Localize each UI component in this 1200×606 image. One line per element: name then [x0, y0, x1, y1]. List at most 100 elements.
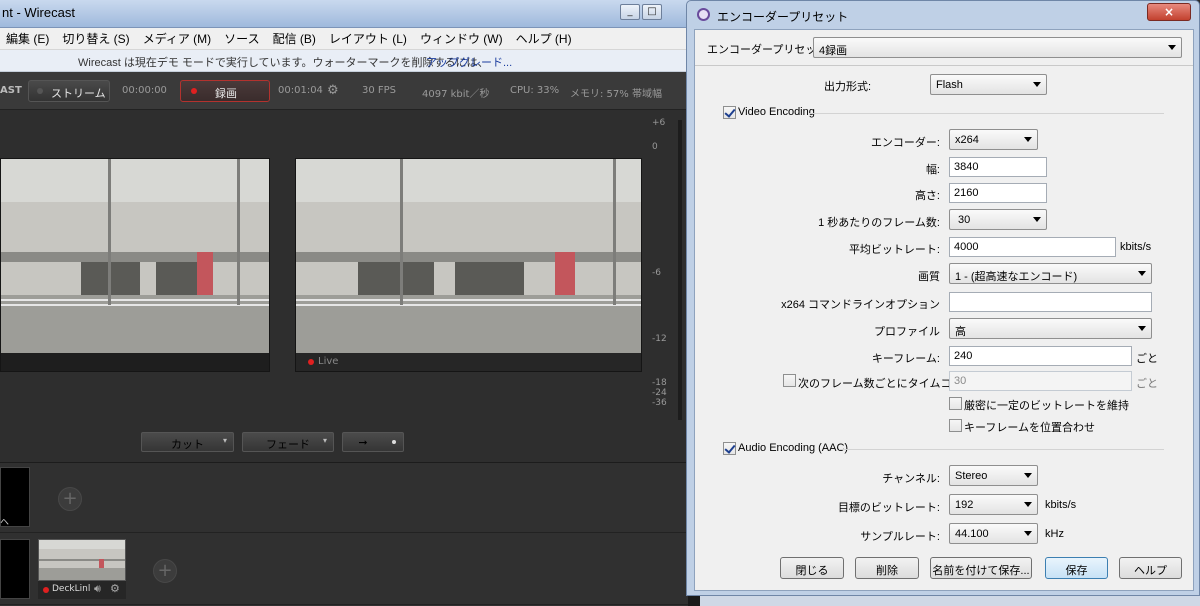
record-dot-icon — [191, 88, 197, 94]
target-bitrate-unit: kbits/s — [1045, 499, 1077, 511]
sample-rate-label: サンプルレート: — [860, 531, 940, 543]
target-bitrate-select[interactable]: 192 — [949, 494, 1038, 515]
live-label: Live — [318, 356, 339, 367]
chevron-down-icon — [1024, 137, 1032, 142]
profile-value: 高 — [955, 326, 966, 338]
menu-edit[interactable]: 編集 (E) — [6, 30, 49, 47]
decklink-thumbnail[interactable] — [38, 539, 126, 581]
close-button-label: 閉じる — [795, 565, 829, 577]
live-monitor[interactable]: Live — [295, 158, 642, 372]
add-shot-icon[interactable]: + — [58, 487, 82, 511]
decklink-caption: DeckLinl 🔊︎ ⚙ — [38, 581, 126, 599]
layer-row: DeckLinl 🔊︎ ⚙ + — [0, 535, 690, 605]
chevron-down-icon — [1024, 502, 1032, 507]
divider — [839, 449, 1164, 450]
background-window — [700, 596, 1200, 606]
audio-encoding-checkbox[interactable] — [723, 442, 736, 455]
encoder-preset-dialog: エンコーダープリセット × エンコーダープリセット: 4録画 出力形式: Fla… — [686, 0, 1200, 596]
minimize-button[interactable]: _ — [620, 4, 640, 20]
layer-thumbnail[interactable] — [0, 539, 30, 599]
target-bitrate-value: 192 — [955, 499, 974, 511]
decklink-label: DeckLinl — [52, 584, 91, 594]
menu-source[interactable]: ソース — [224, 30, 259, 47]
keyframe-unit: ごと — [1136, 353, 1158, 365]
record-button[interactable]: 録画 — [180, 80, 270, 102]
help-button-label: ヘルプ — [1134, 565, 1167, 577]
strict-cbr-checkbox[interactable] — [949, 397, 962, 410]
preset-select[interactable]: 4録画 — [813, 37, 1182, 58]
delete-button[interactable]: 削除 — [855, 557, 919, 579]
meter-bar — [678, 120, 682, 420]
maximize-button[interactable]: □ — [642, 4, 662, 20]
menu-broadcast[interactable]: 配信 (B) — [273, 30, 316, 47]
bitrate-readout: 4097 kbit／秒 — [422, 89, 490, 100]
preview-monitor[interactable] — [0, 158, 270, 372]
encoder-select[interactable]: x264 — [949, 129, 1038, 150]
chevron-down-icon — [1024, 473, 1032, 478]
save-button[interactable]: 保存 — [1045, 557, 1108, 579]
upgrade-link[interactable]: アップグレード... — [426, 54, 512, 70]
wirecast-titlebar: nt - Wirecast _ □ — [0, 0, 700, 28]
cmdline-label: x264 コマンドラインオプション — [781, 299, 940, 311]
width-input[interactable]: 3840 — [949, 157, 1047, 177]
cut-transition-button[interactable]: カット ▾ — [141, 432, 234, 452]
output-format-label: 出力形式: — [824, 81, 872, 93]
menu-help[interactable]: ヘルプ (H) — [516, 30, 572, 47]
keyframe-input[interactable]: 240 — [949, 346, 1132, 366]
stream-time: 00:00:00 — [122, 85, 167, 96]
channel-label: チャンネル: — [882, 473, 940, 485]
fps-select[interactable]: 30 — [949, 209, 1047, 230]
audio-meter: +6 0 -6 -12 -18 -24 -36 — [652, 118, 682, 420]
preset-label: エンコーダープリセット: — [707, 44, 831, 56]
gear-icon[interactable]: ⚙ — [110, 582, 120, 595]
stream-status-icon — [37, 88, 43, 94]
timecode-input[interactable]: 30 — [949, 371, 1132, 391]
channel-value: Stereo — [955, 470, 988, 482]
add-shot-icon[interactable]: + — [153, 559, 177, 583]
align-keyframes-checkbox[interactable] — [949, 419, 962, 432]
video-encoding-checkbox[interactable] — [723, 106, 736, 119]
output-format-value: Flash — [936, 79, 963, 91]
window-buttons: _ □ — [620, 4, 662, 20]
close-icon[interactable]: × — [1147, 3, 1191, 21]
chevron-down-icon — [1033, 217, 1041, 222]
audio-encoding-label: Audio Encoding (AAC) — [738, 442, 849, 454]
keyframe-label: キーフレーム: — [871, 353, 940, 365]
app-icon — [697, 8, 710, 21]
live-status-bar: Live — [296, 353, 641, 371]
menu-media[interactable]: メディア (M) — [143, 30, 211, 47]
gear-icon[interactable]: ⚙ — [327, 83, 339, 98]
avg-bitrate-unit: kbits/s — [1120, 241, 1152, 253]
help-button[interactable]: ヘルプ — [1119, 557, 1182, 579]
sample-rate-select[interactable]: 44.100 — [949, 523, 1038, 544]
cpu-readout: CPU: 33% — [510, 85, 560, 96]
speaker-icon[interactable]: 🔊︎ — [94, 582, 101, 596]
height-input[interactable]: 2160 — [949, 183, 1047, 203]
close-button[interactable]: 閉じる — [780, 557, 844, 579]
save-as-button[interactable]: 名前を付けて保存... — [930, 557, 1032, 579]
fade-transition-button[interactable]: フェード ▾ — [242, 432, 334, 452]
timecode-value: 30 — [954, 375, 967, 387]
avg-bitrate-input[interactable]: 4000 — [949, 237, 1116, 257]
channel-select[interactable]: Stereo — [949, 465, 1038, 486]
output-format-select[interactable]: Flash — [930, 74, 1047, 95]
fps-readout: 30 FPS — [362, 85, 397, 96]
go-button[interactable]: ➞ — [342, 432, 404, 452]
timecode-unit: ごと — [1136, 378, 1158, 390]
timecode-checkbox[interactable] — [783, 374, 796, 387]
screen: nt - Wirecast _ □ 編集 (E) 切り替え (S) メディア (… — [0, 0, 1200, 606]
cmdline-input[interactable] — [949, 292, 1152, 312]
stream-label: ストリーム — [51, 87, 106, 100]
dialog-title: エンコーダープリセット — [717, 10, 849, 24]
encoder-label: エンコーダー: — [870, 137, 940, 149]
menu-layout[interactable]: レイアウト (L) — [329, 30, 407, 47]
sample-rate-value: 44.100 — [955, 528, 989, 540]
meter-tick: -6 — [652, 268, 661, 278]
align-keyframes-label: キーフレームを位置合わせ — [964, 422, 1096, 434]
menu-window[interactable]: ウィンドウ (W) — [420, 30, 503, 47]
quality-select[interactable]: 1 - (超高速なエンコード) — [949, 263, 1152, 284]
stream-button[interactable]: ストリーム — [28, 80, 110, 102]
profile-select[interactable]: 高 — [949, 318, 1152, 339]
menu-switch[interactable]: 切り替え (S) — [62, 30, 129, 47]
width-value: 3840 — [954, 161, 979, 173]
